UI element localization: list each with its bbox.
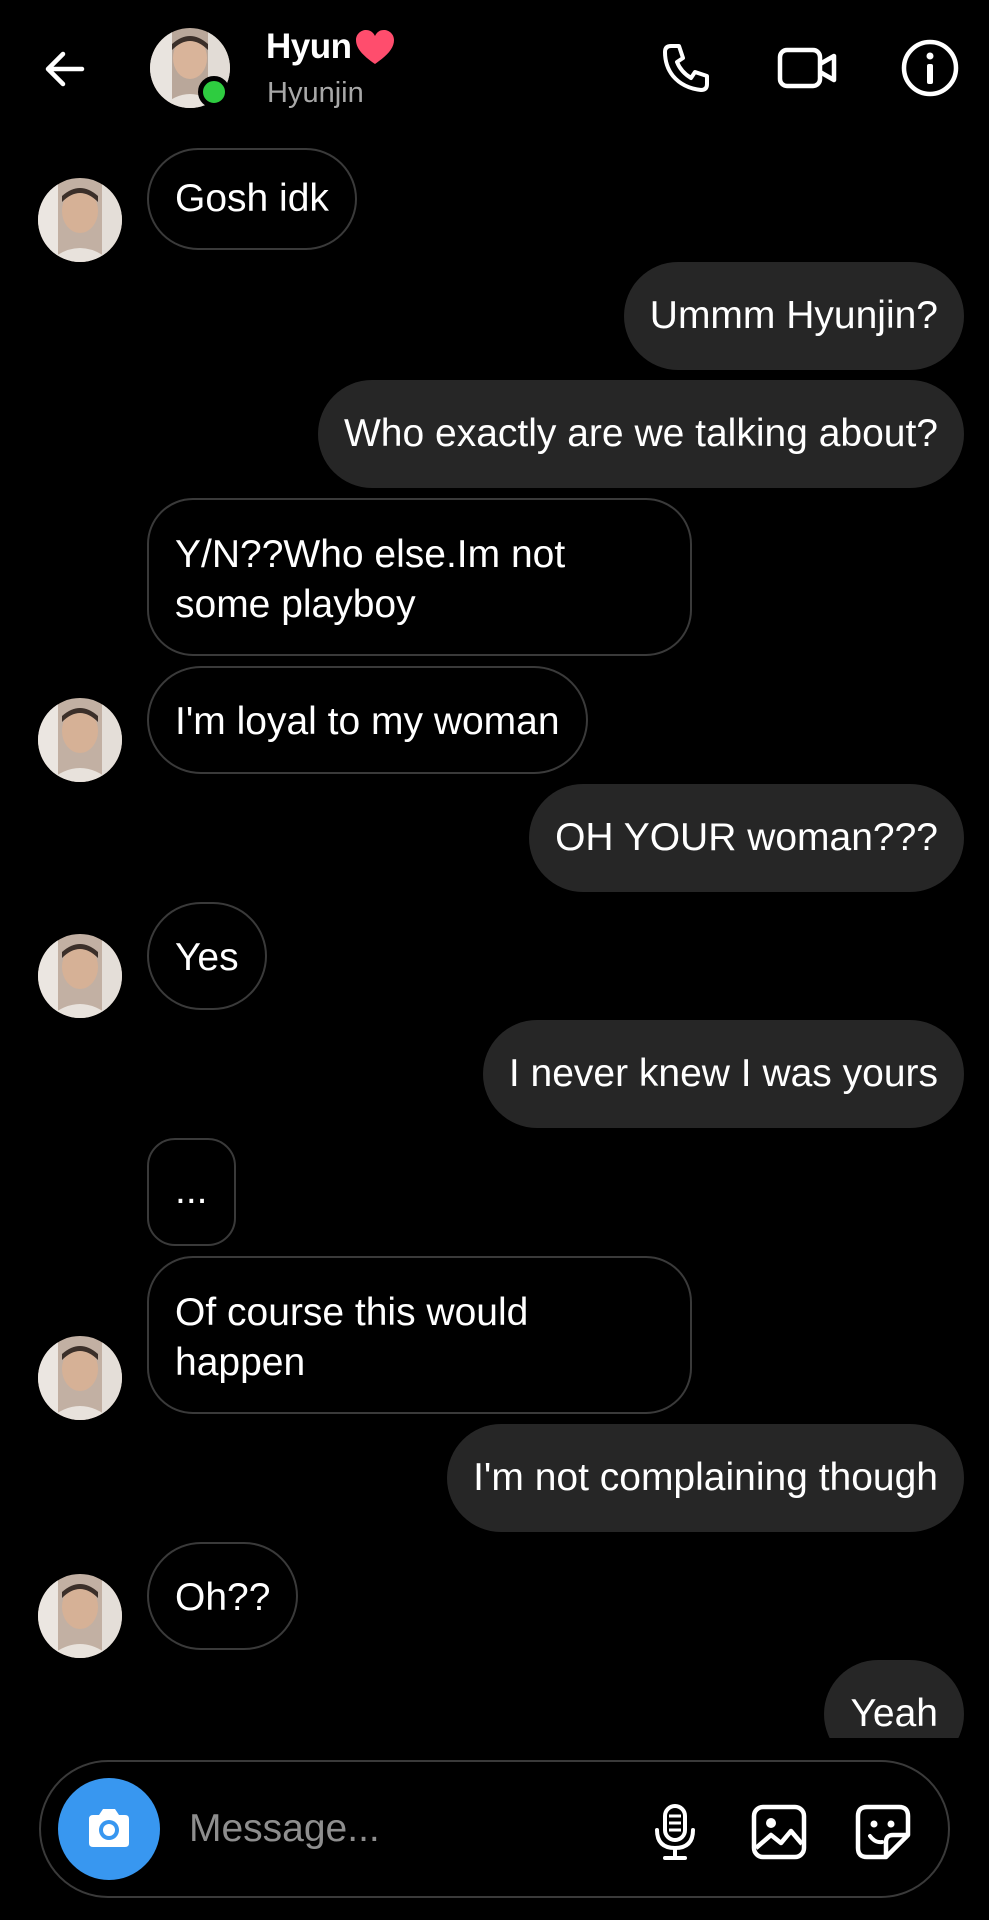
camera-button[interactable] <box>58 1778 160 1880</box>
outgoing-message[interactable]: OH YOUR woman??? <box>529 784 964 892</box>
outgoing-message[interactable]: Who exactly are we talking about? <box>318 380 964 488</box>
incoming-message[interactable]: Yes <box>147 902 267 1010</box>
outgoing-message[interactable]: Yeah <box>824 1660 964 1738</box>
incoming-message[interactable]: Of course this would happen <box>147 1256 692 1414</box>
chat-header: Hyun Hyunjin <box>0 0 989 140</box>
heart-icon <box>355 30 394 64</box>
sender-avatar[interactable] <box>38 698 122 782</box>
message-composer <box>39 1760 950 1898</box>
back-arrow-icon[interactable] <box>40 44 90 94</box>
microphone-icon[interactable] <box>645 1802 705 1862</box>
outgoing-message[interactable]: I never knew I was yours <box>482 1020 964 1128</box>
contact-name-text: Hyun <box>266 27 352 66</box>
incoming-message[interactable]: ... <box>147 1138 236 1246</box>
incoming-message[interactable]: Y/N??Who else.Im not some playboy <box>147 498 692 656</box>
online-status-dot <box>198 76 230 108</box>
outgoing-message[interactable]: I'm not complaining though <box>447 1424 964 1532</box>
sender-avatar[interactable] <box>38 178 122 262</box>
incoming-message[interactable]: Oh?? <box>147 1542 299 1650</box>
camera-icon <box>89 1809 129 1847</box>
sender-avatar[interactable] <box>38 1336 122 1420</box>
outgoing-message[interactable]: Ummm Hyunjin? <box>623 262 964 370</box>
message-clip: Yeah <box>0 1660 989 1738</box>
contact-name[interactable]: Hyun <box>266 27 396 67</box>
sender-avatar[interactable] <box>38 934 122 1018</box>
sender-avatar[interactable] <box>38 1574 122 1658</box>
gallery-icon[interactable] <box>749 1802 809 1862</box>
message-input[interactable] <box>189 1798 589 1860</box>
contact-username: Hyunjin <box>267 77 364 109</box>
incoming-message[interactable]: I'm loyal to my woman <box>147 666 588 774</box>
sticker-icon[interactable] <box>853 1802 913 1862</box>
incoming-message[interactable]: Gosh idk <box>147 148 357 250</box>
video-call-icon[interactable] <box>776 36 840 100</box>
info-icon[interactable] <box>898 36 962 100</box>
phone-call-icon[interactable] <box>655 36 719 100</box>
